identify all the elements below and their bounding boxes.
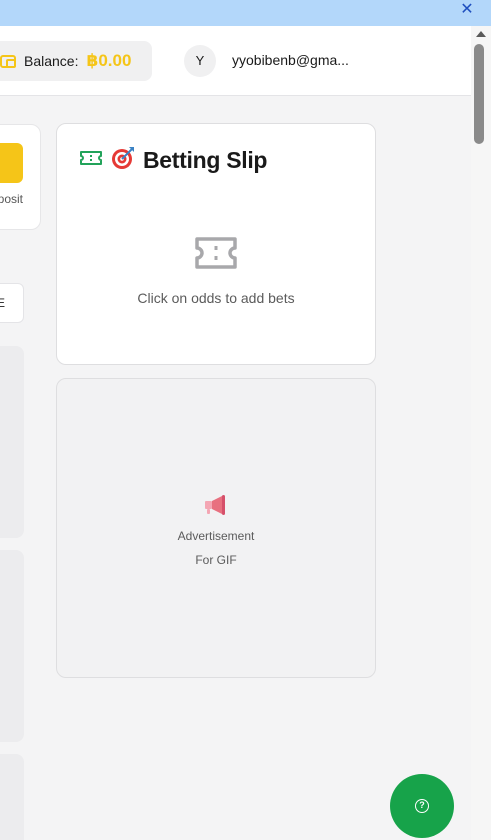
betting-slip-title: Betting Slip [143, 147, 268, 173]
help-button[interactable]: ? [390, 774, 454, 838]
ad-label: Advertisement [177, 529, 255, 543]
ad-sublabel: For GIF [195, 553, 237, 567]
balance-label: Balance: [24, 53, 79, 69]
megaphone-icon [203, 493, 229, 522]
user-email[interactable]: yyobibenb@gma... [232, 52, 349, 68]
ticket-empty-icon [194, 236, 238, 275]
scrollbar-thumb[interactable] [474, 44, 484, 144]
avatar[interactable]: Y [184, 45, 216, 77]
match-card[interactable] [0, 346, 24, 538]
filter-chip[interactable]: E [0, 283, 24, 323]
help-icon: ? [415, 799, 429, 813]
scrollbar[interactable] [471, 26, 491, 840]
wallet-icon [0, 54, 16, 68]
advertisement-panel[interactable]: Advertisement For GIF [56, 378, 376, 678]
betting-slip-header: Betting Slip [79, 146, 267, 175]
empty-slip-message: Click on odds to add bets [137, 290, 295, 306]
ticket-icon [79, 149, 103, 172]
target-icon [111, 146, 135, 175]
deposit-label: Deposit [0, 192, 23, 206]
match-card[interactable] [0, 754, 24, 840]
close-icon[interactable]: ✕ [457, 1, 477, 21]
deposit-button[interactable] [0, 143, 23, 183]
betting-slip-panel: Betting Slip Click on odds to add bets [56, 123, 376, 365]
balance-pill[interactable]: Balance: ฿0.00 [0, 41, 152, 81]
balance-amount: ฿0.00 [86, 51, 132, 70]
scroll-up-arrow-icon[interactable] [476, 31, 486, 37]
header: Balance: ฿0.00 Y yyobibenb@gma... [0, 26, 471, 96]
window-topbar: ✕ [0, 0, 491, 26]
match-card[interactable] [0, 550, 24, 742]
